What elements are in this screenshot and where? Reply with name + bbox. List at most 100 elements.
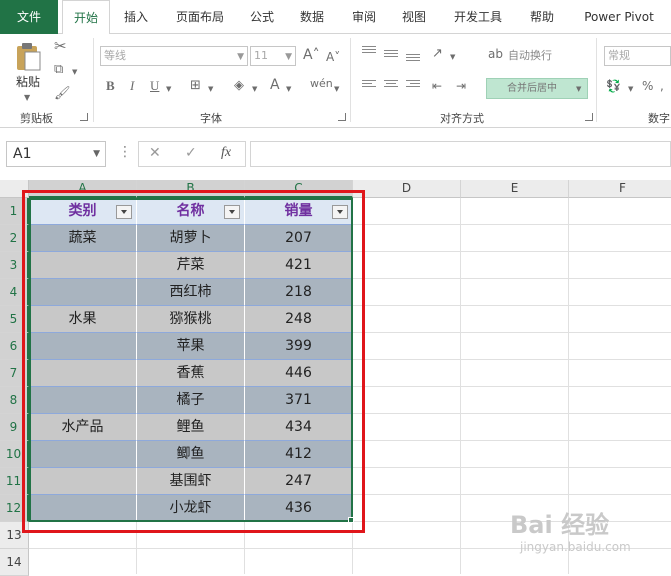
- table-cell[interactable]: 蔬菜: [29, 225, 137, 252]
- table-cell[interactable]: 371: [245, 387, 353, 414]
- paste-button[interactable]: 粘贴: [16, 74, 40, 90]
- tab-formulas[interactable]: 公式: [242, 0, 282, 34]
- filter-dropdown-icon[interactable]: [224, 205, 240, 219]
- tab-insert[interactable]: 插入: [114, 0, 158, 34]
- align-bottom-icon[interactable]: [406, 54, 420, 66]
- table-cell[interactable]: 猕猴桃: [137, 306, 245, 333]
- table-cell[interactable]: 434: [245, 414, 353, 441]
- number-format-combo[interactable]: 常规: [604, 46, 671, 66]
- align-middle-icon[interactable]: [384, 50, 398, 62]
- row-header[interactable]: 2: [0, 225, 29, 252]
- name-box[interactable]: A1 ▼: [6, 141, 106, 167]
- table-cell[interactable]: 399: [245, 333, 353, 360]
- tab-home[interactable]: 开始: [62, 0, 110, 35]
- paste-icon[interactable]: [14, 42, 42, 72]
- phonetic-dropdown-icon[interactable]: ▼: [334, 81, 339, 97]
- column-header-e[interactable]: E: [461, 180, 569, 198]
- tab-data[interactable]: 数据: [292, 0, 332, 34]
- wrap-text-button[interactable]: 自动换行: [508, 48, 552, 64]
- row-header[interactable]: 10: [0, 441, 29, 468]
- table-cell[interactable]: [29, 468, 137, 495]
- table-cell[interactable]: 247: [245, 468, 353, 495]
- column-header-f[interactable]: F: [569, 180, 671, 198]
- row-header[interactable]: 13: [0, 522, 29, 549]
- format-painter-icon[interactable]: 🖌: [54, 86, 71, 102]
- font-color-dropdown-icon[interactable]: ▼: [286, 81, 291, 97]
- decrease-font-icon[interactable]: A˅: [326, 49, 340, 65]
- table-cell[interactable]: 436: [245, 495, 353, 522]
- row-header[interactable]: 5: [0, 306, 29, 333]
- row-header[interactable]: 6: [0, 333, 29, 360]
- table-cell[interactable]: 香蕉: [137, 360, 245, 387]
- tab-page-layout[interactable]: 页面布局: [164, 0, 236, 34]
- copy-icon[interactable]: ⧉: [54, 62, 63, 78]
- filter-dropdown-icon[interactable]: [116, 205, 132, 219]
- table-cell[interactable]: 446: [245, 360, 353, 387]
- table-cell[interactable]: 鲫鱼: [137, 441, 245, 468]
- row-header[interactable]: 3: [0, 252, 29, 279]
- formula-input[interactable]: [250, 141, 671, 167]
- table-header-cell[interactable]: 类别: [29, 198, 137, 225]
- table-cell[interactable]: 西红柿: [137, 279, 245, 306]
- table-cell[interactable]: 水产品: [29, 414, 137, 441]
- font-launcher-icon[interactable]: [338, 113, 346, 121]
- row-header[interactable]: 9: [0, 414, 29, 441]
- table-cell[interactable]: [29, 441, 137, 468]
- orientation-dropdown-icon[interactable]: ▼: [450, 49, 455, 65]
- enter-icon[interactable]: ✓: [185, 145, 197, 161]
- tab-help[interactable]: 帮助: [522, 0, 562, 34]
- row-header[interactable]: 8: [0, 387, 29, 414]
- row-header[interactable]: 14: [0, 549, 29, 576]
- table-cell[interactable]: 橘子: [137, 387, 245, 414]
- table-cell[interactable]: [29, 279, 137, 306]
- table-cell[interactable]: 鲤鱼: [137, 414, 245, 441]
- tab-view[interactable]: 视图: [394, 0, 434, 34]
- table-header-cell[interactable]: 名称: [137, 198, 245, 225]
- column-header-d[interactable]: D: [353, 180, 461, 198]
- column-header-c[interactable]: C: [245, 180, 353, 198]
- column-header-b[interactable]: B: [137, 180, 245, 198]
- cancel-icon[interactable]: ✕: [149, 145, 161, 161]
- align-center-icon[interactable]: [384, 80, 398, 92]
- table-cell[interactable]: 水果: [29, 306, 137, 333]
- table-cell[interactable]: 421: [245, 252, 353, 279]
- table-cell[interactable]: 小龙虾: [137, 495, 245, 522]
- copy-dropdown-icon[interactable]: ▼: [72, 64, 77, 80]
- table-cell[interactable]: 218: [245, 279, 353, 306]
- table-cell[interactable]: 苹果: [137, 333, 245, 360]
- align-right-icon[interactable]: [406, 80, 420, 92]
- increase-indent-icon[interactable]: ⇥: [456, 78, 466, 94]
- tab-developer[interactable]: 开发工具: [444, 0, 512, 34]
- table-cell[interactable]: [29, 495, 137, 522]
- tab-file[interactable]: 文件: [0, 0, 58, 34]
- border-dropdown-icon[interactable]: ▼: [208, 81, 213, 97]
- accounting-dropdown-icon[interactable]: ▼: [628, 81, 633, 97]
- merge-center-button[interactable]: 合并后居中: [486, 78, 588, 99]
- table-cell[interactable]: [29, 333, 137, 360]
- select-all-corner[interactable]: [0, 180, 29, 198]
- row-header[interactable]: 12: [0, 495, 29, 522]
- table-cell[interactable]: 胡萝卜: [137, 225, 245, 252]
- decrease-indent-icon[interactable]: ⇤: [432, 78, 442, 94]
- bold-icon[interactable]: B: [106, 78, 115, 94]
- font-size-combo[interactable]: 11 ▼: [250, 46, 296, 66]
- row-header[interactable]: 4: [0, 279, 29, 306]
- tab-power-pivot[interactable]: Power Pivot: [574, 0, 664, 34]
- fill-color-icon[interactable]: ◈: [234, 78, 244, 94]
- italic-icon[interactable]: I: [130, 78, 134, 94]
- filter-dropdown-icon[interactable]: [332, 205, 348, 219]
- align-left-icon[interactable]: [362, 80, 376, 92]
- table-cell[interactable]: [29, 360, 137, 387]
- fill-handle[interactable]: [348, 517, 354, 523]
- orientation-icon[interactable]: ↗: [432, 46, 443, 62]
- insert-function-icon[interactable]: fx: [221, 145, 231, 161]
- table-header-cell[interactable]: 销量: [245, 198, 353, 225]
- column-header-a[interactable]: A: [29, 180, 137, 198]
- font-name-combo[interactable]: 等线 ▼: [100, 46, 248, 66]
- underline-icon[interactable]: U: [150, 78, 159, 94]
- accounting-format-icon[interactable]: 💱: [606, 78, 621, 94]
- align-top-icon[interactable]: [362, 46, 376, 58]
- increase-font-icon[interactable]: A˄: [303, 47, 320, 63]
- more-options-icon[interactable]: ⋮: [118, 144, 132, 160]
- wrap-text-icon[interactable]: ab: [488, 46, 503, 62]
